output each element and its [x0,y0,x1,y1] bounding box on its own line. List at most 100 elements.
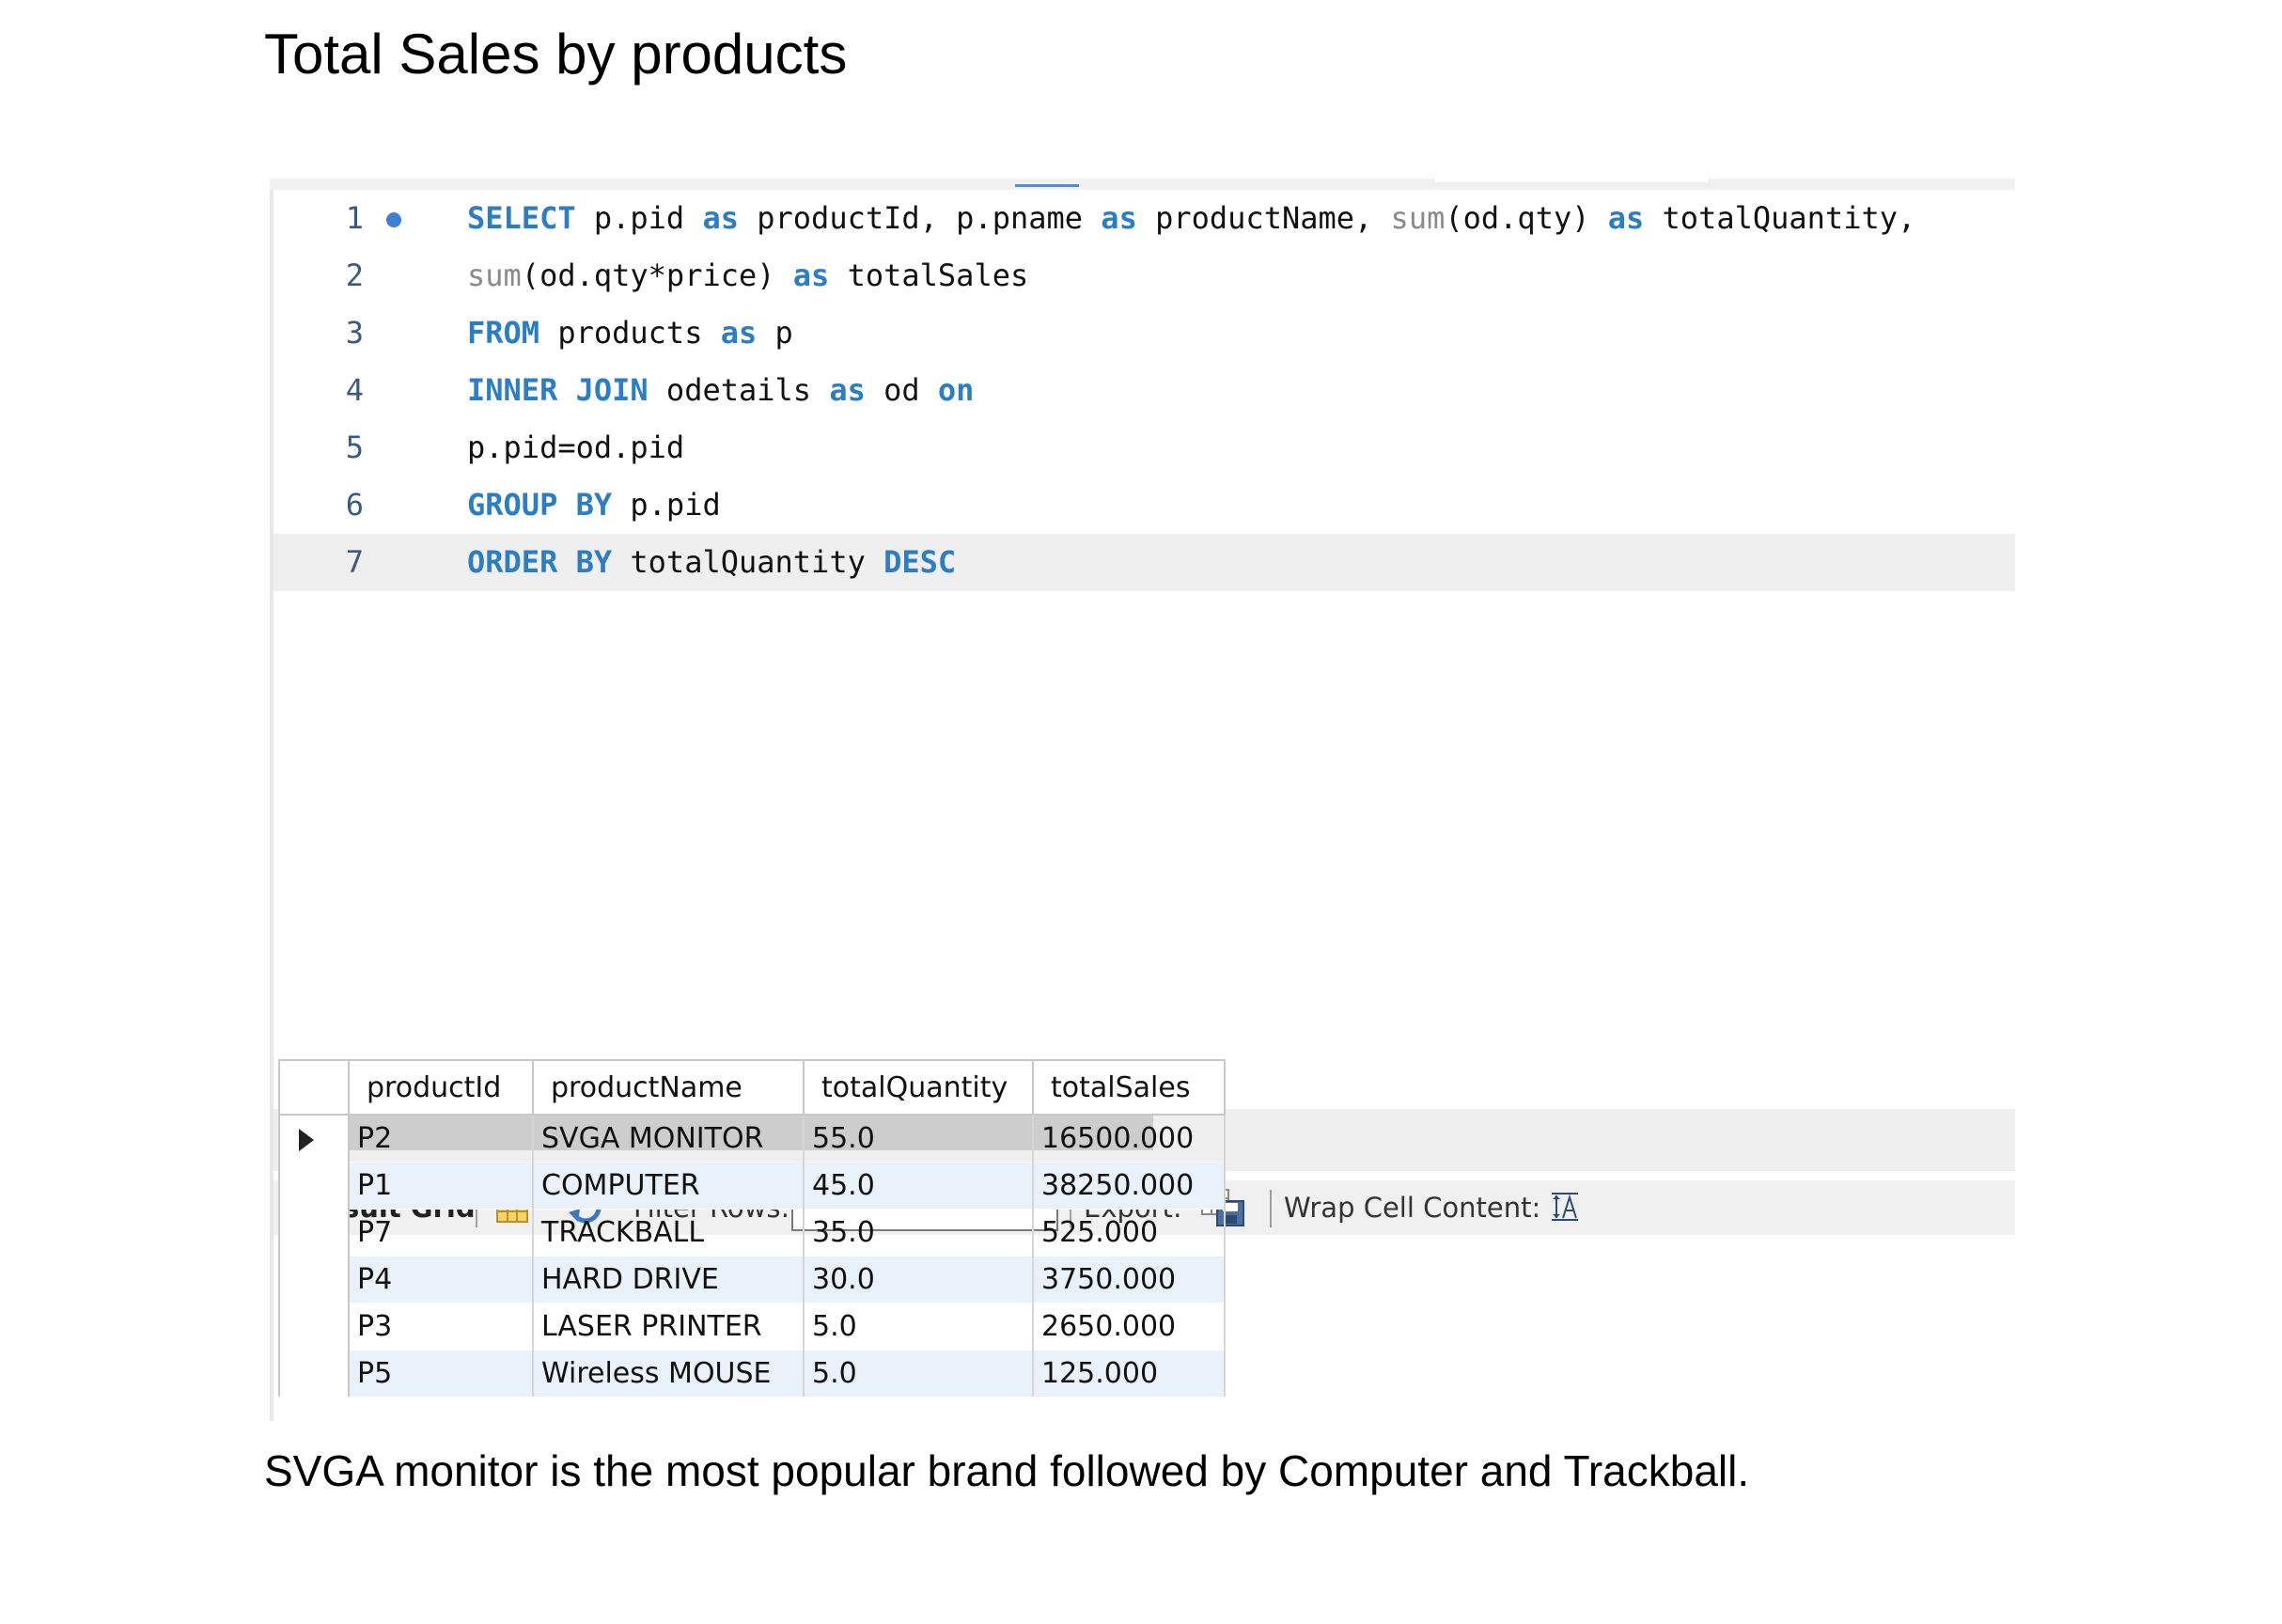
cell-productid[interactable]: P5 [349,1350,534,1397]
editor-active-tab-indicator[interactable] [1015,179,1079,187]
editor-tab-gap [1435,179,1708,182]
line-number: 6 [345,487,364,523]
sql-token: totalQuantity, [1644,200,1916,236]
result-grid: productId productName totalQuantity tota… [278,1059,1226,1397]
sql-token: od [865,372,938,408]
cell-totalquantity[interactable]: 55.0 [804,1114,1034,1163]
sql-keyword: SELECT [467,200,576,236]
sql-token: odetails [648,372,830,408]
grid-header-row: productId productName totalQuantity tota… [278,1059,1226,1116]
sql-token: totalQuantity [612,544,884,580]
row-selector[interactable] [278,1209,350,1257]
wrap-text-icon[interactable] [1544,1186,1586,1227]
line-number: 1 [345,200,364,236]
cell-productid[interactable]: P3 [349,1303,534,1351]
cell-totalquantity[interactable]: 30.0 [804,1256,1034,1304]
code-line[interactable]: 4 INNER JOIN odetails as od on [274,362,2015,419]
cell-productname[interactable]: COMPUTER [533,1162,805,1210]
cell-totalsales[interactable]: 525.000 [1033,1209,1226,1257]
line-number: 4 [345,372,364,408]
cell-productname[interactable]: SVGA MONITOR [533,1114,805,1163]
sql-token: p.pid=od.pid [467,429,685,465]
code-text: p.pid=od.pid [467,419,684,476]
code-text: FROM products as p [467,304,793,362]
page-title: Total Sales by products [264,23,848,86]
line-number: 5 [345,429,364,465]
column-header-productid[interactable]: productId [348,1059,534,1116]
cell-productname[interactable]: TRACKBALL [533,1209,805,1257]
sql-keyword: as [829,372,866,408]
code-line[interactable]: 5 p.pid=od.pid [274,419,2015,476]
row-selector[interactable] [278,1162,350,1210]
sql-token: p.pid [575,200,703,236]
sql-keyword: INNER JOIN [467,372,649,408]
line-number: 7 [345,544,364,580]
column-header-totalquantity[interactable]: totalQuantity [803,1059,1034,1116]
sql-token: (od.qty) [1445,200,1608,236]
sql-token: p [757,315,793,351]
code-text: SELECT p.pid as productId, p.pname as pr… [467,190,1915,247]
breakpoint-dot-icon[interactable] [386,212,401,227]
table-row[interactable]: P7 TRACKBALL 35.0 525.000 [278,1209,1226,1257]
sql-token: productId, p.pname [738,200,1102,236]
column-header-totalsales[interactable]: totalSales [1032,1059,1226,1116]
sql-keyword: GROUP BY [467,487,613,523]
sql-keyword: FROM [467,315,540,351]
table-row[interactable]: P2 SVGA MONITOR 55.0 16500.000 [278,1114,1226,1163]
table-row[interactable]: P5 Wireless MOUSE 5.0 125.000 [278,1350,1226,1397]
cell-totalquantity[interactable]: 35.0 [804,1209,1034,1257]
code-line[interactable]: 2 sum(od.qty*price) as totalSales [274,247,2015,304]
cell-productid[interactable]: P2 [349,1114,534,1163]
sql-function: sum [1390,200,1446,236]
column-header-productname[interactable]: productName [532,1059,805,1116]
row-selector[interactable] [278,1256,350,1304]
sql-keyword: as [1607,200,1645,236]
code-line[interactable]: 3 FROM products as p [274,304,2015,362]
line-number: 2 [345,258,364,293]
cell-totalquantity[interactable]: 5.0 [804,1303,1034,1351]
cell-totalsales[interactable]: 16500.000 [1033,1114,1226,1163]
sql-token: products [539,315,721,351]
cell-productname[interactable]: HARD DRIVE [533,1256,805,1304]
sql-code-area[interactable]: 1 SELECT p.pid as productId, p.pname as p… [274,190,2015,1109]
sql-keyword: DESC [883,544,957,580]
code-text: INNER JOIN odetails as od on [467,362,974,419]
cell-productname[interactable]: LASER PRINTER [533,1303,805,1351]
table-row[interactable]: P1 COMPUTER 45.0 38250.000 [278,1162,1226,1210]
toolbar-separator [1270,1190,1272,1227]
line-number: 3 [345,315,364,351]
cell-totalsales[interactable]: 38250.000 [1033,1162,1226,1210]
code-line[interactable]: 7 ORDER BY totalQuantity DESC [274,534,2015,591]
cell-productname[interactable]: Wireless MOUSE [533,1350,805,1397]
cell-totalsales[interactable]: 2650.000 [1033,1303,1226,1351]
code-line[interactable]: 1 SELECT p.pid as productId, p.pname as p… [274,190,2015,247]
sql-token: p.pid [612,487,721,523]
cell-productid[interactable]: P4 [349,1256,534,1304]
sql-keyword: as [702,200,739,236]
sql-keyword: as [792,258,830,293]
sql-keyword: ORDER BY [467,544,613,580]
cell-totalsales[interactable]: 3750.000 [1033,1256,1226,1304]
cell-totalquantity[interactable]: 45.0 [804,1162,1034,1210]
sql-function: sum [467,258,522,293]
wrap-cell-content-label: Wrap Cell Content: [1284,1192,1541,1224]
table-row[interactable]: P4 HARD DRIVE 30.0 3750.000 [278,1256,1226,1304]
grid-corner-cell [278,1059,350,1116]
cell-totalsales[interactable]: 125.000 [1033,1350,1226,1397]
code-text: sum(od.qty*price) as totalSales [467,247,1028,304]
row-selector[interactable] [278,1114,350,1163]
cell-productid[interactable]: P7 [349,1209,534,1257]
row-selector[interactable] [278,1303,350,1351]
cell-totalquantity[interactable]: 5.0 [804,1350,1034,1397]
sql-keyword: as [720,315,758,351]
row-selector[interactable] [278,1350,350,1397]
sql-token: totalSales [829,258,1029,293]
sql-token: productName, [1136,200,1391,236]
summary-text: SVGA monitor is the most popular brand f… [264,1446,1750,1495]
row-pointer-icon [299,1129,314,1151]
code-line[interactable]: 6 GROUP BY p.pid [274,476,2015,534]
editor-tab-strip [270,179,2015,190]
table-row[interactable]: P3 LASER PRINTER 5.0 2650.000 [278,1303,1226,1351]
sql-token: (od.qty*price) [521,258,793,293]
cell-productid[interactable]: P1 [349,1162,534,1210]
